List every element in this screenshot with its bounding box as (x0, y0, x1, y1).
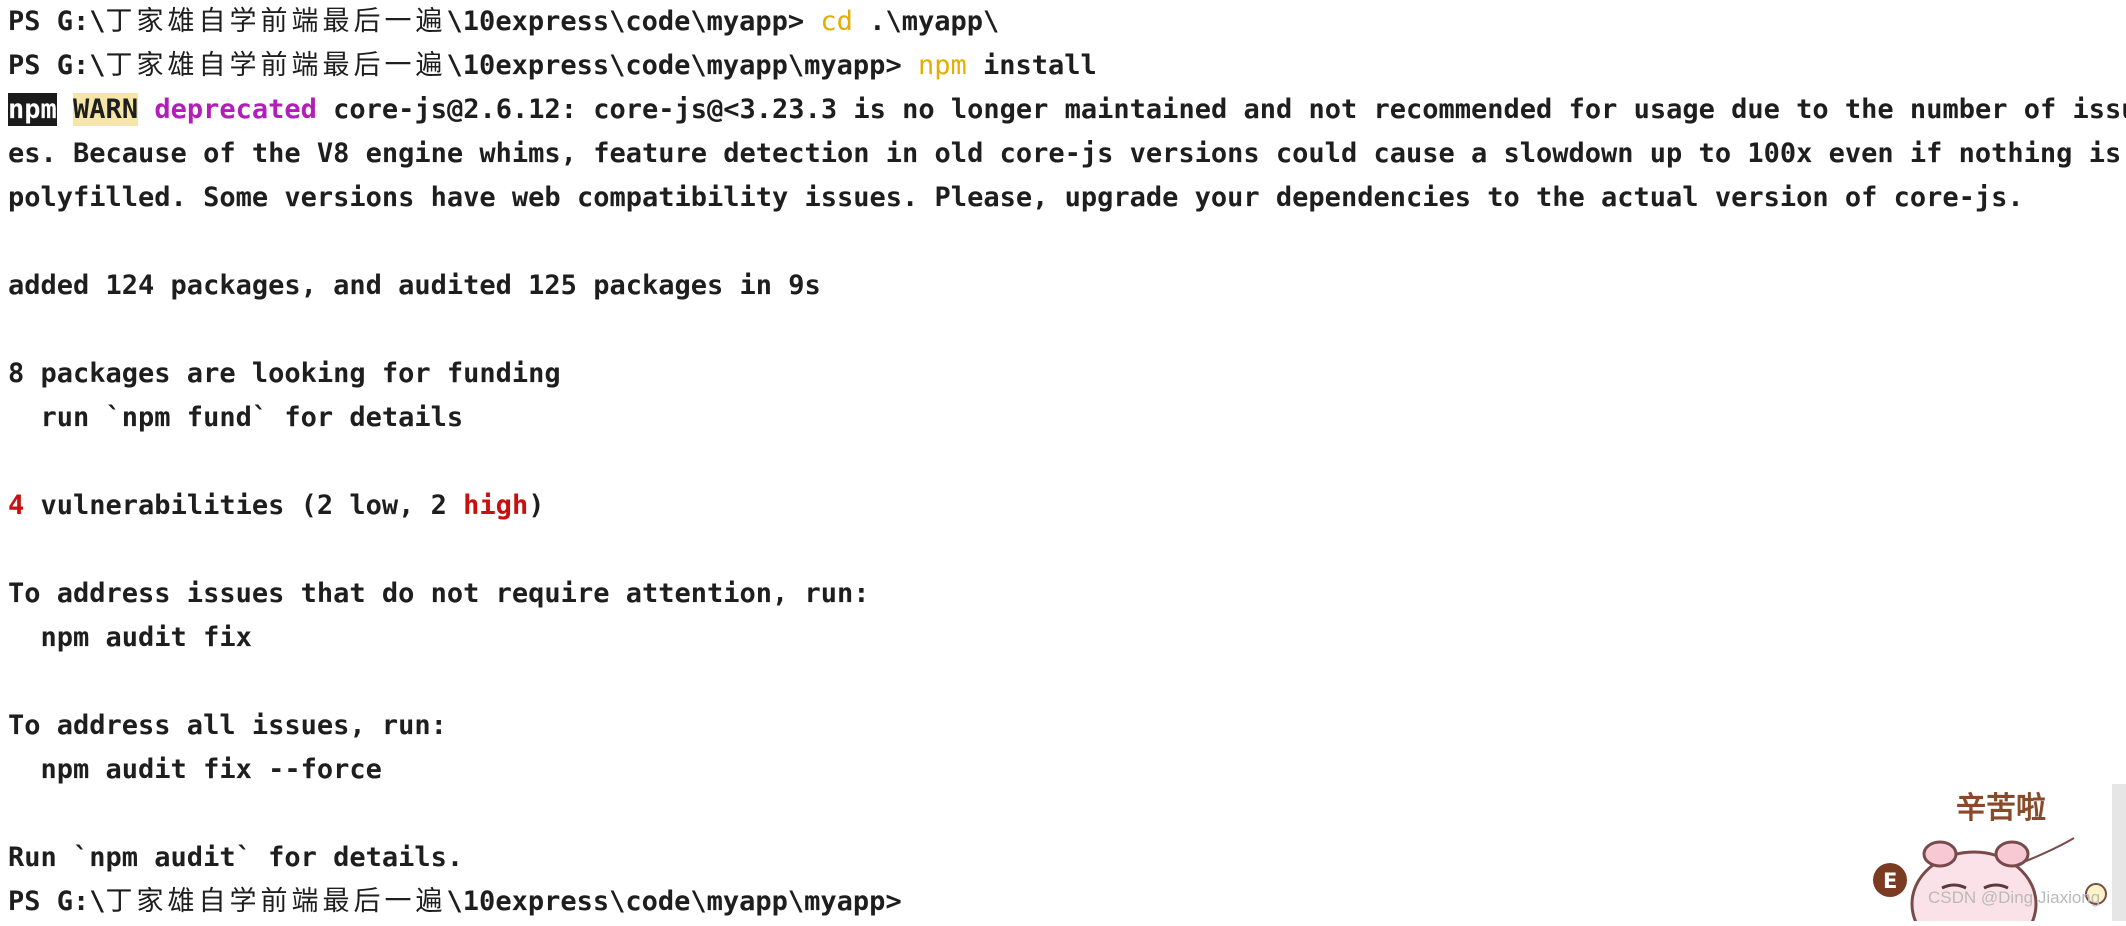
prompt-cjk-folder: 丁家雄自学前端最后一遍 (105, 50, 447, 81)
warn-badge: WARN (73, 93, 139, 126)
warn-line-1: npm WARN deprecated core-js@2.6.12: core… (8, 88, 2126, 132)
run-audit-hint: Run `npm audit` for details. (8, 842, 464, 873)
address-instructions-2: To address all issues, run: (8, 710, 447, 741)
command-name: npm (917, 50, 967, 81)
prompt-prefix: PS G:\ (8, 50, 106, 81)
added-summary: added 124 packages, and audited 125 pack… (8, 270, 821, 301)
npm-badge: npm (8, 93, 57, 126)
warn-text: core-js@2.6.12: core-js@<3.23.3 is no lo… (316, 94, 2126, 125)
audit-fix-force-command: npm audit fix --force (8, 754, 382, 785)
vulnerability-text: vulnerabilities (2 low, 2 (24, 490, 464, 521)
prompt-path: \10express\code\myapp> (446, 6, 821, 37)
prompt-line-cd: PS G:\丁家雄自学前端最后一遍\10express\code\myapp> … (8, 0, 2126, 44)
sticker-badge-letter: E (1883, 869, 1897, 893)
deprecated-label: deprecated (154, 94, 317, 125)
vulnerability-high-label: high (463, 490, 529, 521)
vulnerability-close: ) (528, 490, 545, 521)
prompt-cjk-folder: 丁家雄自学前端最后一遍 (105, 886, 447, 917)
vulnerability-count: 4 (8, 490, 25, 521)
funding-summary: 8 packages are looking for funding (8, 358, 561, 389)
prompt-line-npm-install: PS G:\丁家雄自学前端最后一遍\10express\code\myapp\m… (8, 44, 2126, 88)
prompt-prefix: PS G:\ (8, 6, 106, 37)
command-name: cd (820, 6, 853, 37)
warn-line-2: es. Because of the V8 engine whims, feat… (8, 138, 2122, 169)
prompt-path: \10express\code\myapp\myapp> (446, 50, 918, 81)
warn-line-3: polyfilled. Some versions have web compa… (8, 182, 2024, 213)
prompt-prefix: PS G:\ (8, 886, 106, 917)
prompt-path: \10express\code\myapp\myapp> (446, 886, 902, 917)
sticker-caption: 辛苦啦 (1956, 791, 2046, 826)
terminal-output[interactable]: PS G:\丁家雄自学前端最后一遍\10express\code\myapp> … (0, 0, 2126, 921)
pig-ear (1922, 840, 1958, 868)
prompt-line-final[interactable]: PS G:\丁家雄自学前端最后一遍\10express\code\myapp\m… (8, 880, 2126, 924)
command-args: install (966, 50, 1097, 81)
prompt-cjk-folder: 丁家雄自学前端最后一遍 (105, 6, 447, 37)
vulnerability-summary: 4 vulnerabilities (2 low, 2 high) (8, 484, 2126, 528)
address-instructions-1: To address issues that do not require at… (8, 578, 870, 609)
funding-hint: run `npm fund` for details (8, 402, 464, 433)
csdn-watermark: CSDN @Ding Jiaxiong (1928, 888, 2101, 907)
command-args: .\myapp\ (852, 6, 1000, 37)
audit-fix-command: npm audit fix (8, 622, 252, 653)
